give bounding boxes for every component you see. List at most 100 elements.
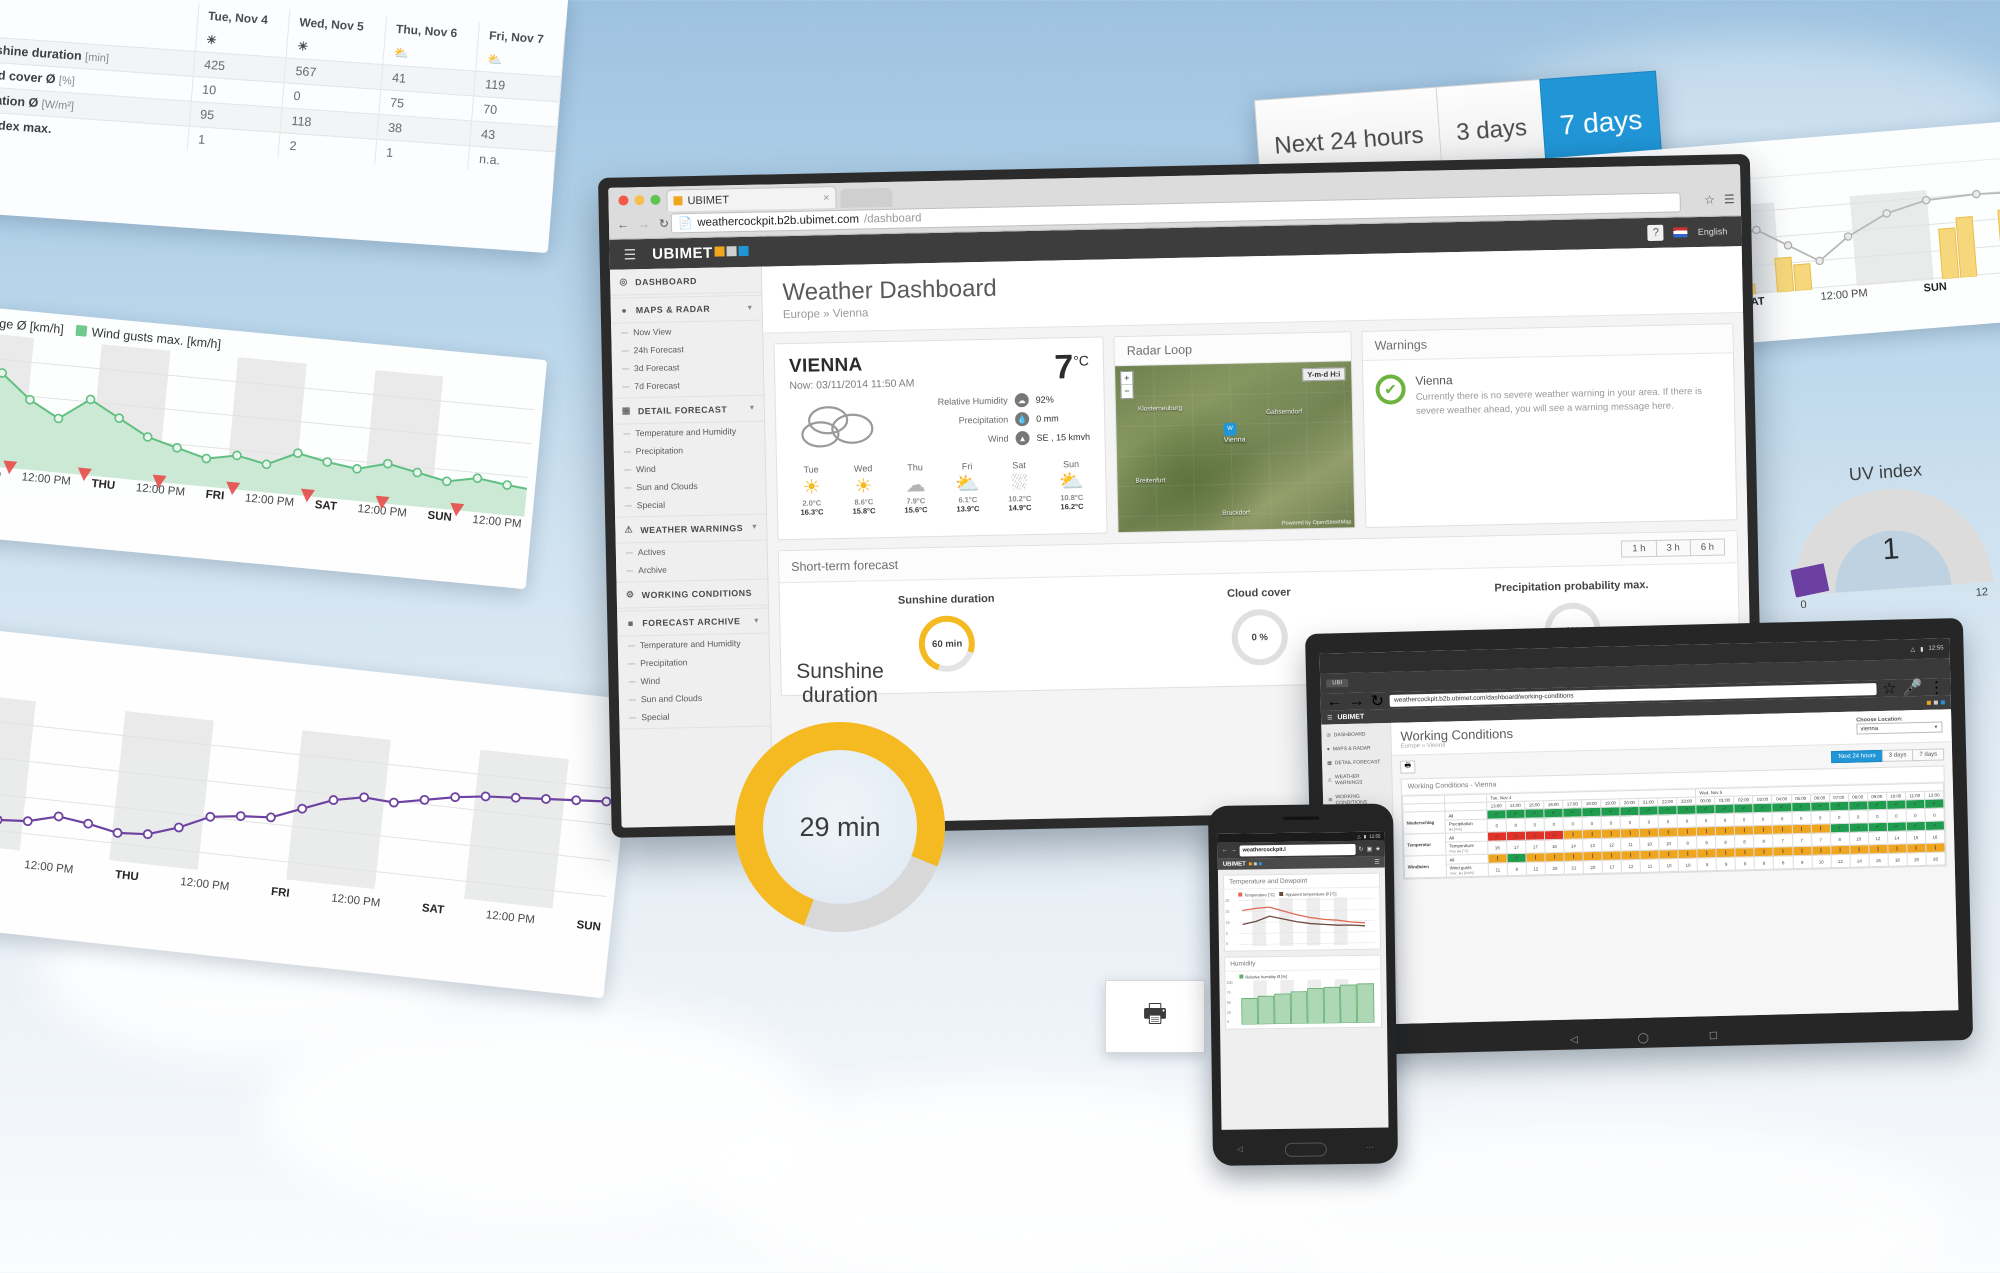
status-cell: ❙ [1734,825,1754,836]
value-cell: 11 [1488,862,1508,877]
status-cell: ✔ [1772,802,1792,813]
reload-icon[interactable]: ↻ [659,217,669,231]
chevron-down-icon[interactable]: ▼ [751,524,759,531]
address-bar[interactable]: weathercockpit.l [1239,843,1356,857]
sidebar-subitem-special[interactable]: Special [615,494,766,515]
sidebar-subitem-7d-forecast[interactable]: 7d Forecast [612,375,763,396]
zoom-in-button[interactable]: + [1121,371,1133,386]
status-cell: ❙ [1563,829,1583,840]
print-button[interactable]: 🖶 [1105,980,1205,1053]
value-cell: 9 [1677,835,1698,850]
forward-arrow-icon[interactable]: → [1348,692,1364,710]
value-cell: 0 [1696,813,1716,827]
radar-map[interactable]: + − Y-m-d H:i Klosterneuburg Gahserndorf… [1115,361,1355,533]
ubimet-logo: UBIMET [1337,713,1364,721]
chevron-down-icon[interactable]: ▼ [748,405,756,412]
chevron-down-icon[interactable]: ▼ [746,304,754,311]
help-button[interactable]: ? [1647,224,1665,242]
map-marker-vienna[interactable]: W Vienna [1223,422,1246,444]
stat-relative-humidity: Relative Humidity ☁ 92% [938,392,1090,409]
status-cell: ❙ [1811,845,1831,856]
short-term-tabs[interactable]: 1 h 3 h 6 h [1621,538,1726,558]
print-button[interactable]: 🖶 [1400,760,1416,774]
status-cell: ✔ [1715,804,1735,814]
cell: 1 [186,126,281,157]
browser-nav-buttons[interactable]: ← → ↻ [617,214,669,235]
axis-tick: WED [0,467,1,481]
hamburger-menu-icon[interactable]: ☰ [1374,859,1379,866]
back-arrow-icon[interactable]: ← [617,217,629,231]
sidebar-subitem-archive[interactable]: Archive [616,559,767,580]
tab-6h[interactable]: 6 h [1689,538,1726,557]
forward-arrow-icon[interactable]: → [638,217,650,231]
hamburger-menu-icon[interactable]: ☰ [1327,714,1333,721]
tabs-icon[interactable]: ▣ [1367,845,1373,852]
value-cell: 8 [1754,856,1774,870]
browser-menu-icon[interactable]: ☰ [1724,192,1735,206]
tab-3h[interactable]: 3 h [1655,539,1691,557]
sidebar-item-weather-warnings[interactable]: ⚠ WEATHER WARNINGS ▼ [615,514,767,544]
bookmark-star-icon[interactable]: ☆ [1704,193,1715,207]
value-cell: 12 [1830,854,1850,868]
phone-home-button[interactable] [1284,1142,1327,1157]
location-chooser[interactable]: Choose Location: vienna ▼ [1856,715,1943,738]
window-controls[interactable] [618,194,661,206]
warning-icon: ⚠ [1327,777,1333,784]
back-icon[interactable]: ◁ [1570,1034,1578,1045]
tablet-body: ◎ DASHBOARD ● MAPS & RADAR ▦ DETAIL FORECAS… [1321,709,1959,1026]
map-zoom-controls[interactable]: + − [1120,370,1134,400]
chevron-down-icon[interactable]: ▼ [753,617,761,624]
row-label-text: Sunshine duration [0,41,83,64]
tab-3-days[interactable]: 3 days [1881,748,1914,762]
printer-icon: 🖶 [1404,762,1412,770]
tab-next-24-hours[interactable]: Next 24 hours [1831,749,1883,763]
forward-arrow-icon[interactable]: → [1231,848,1237,854]
browser-tab[interactable]: UBIMET × [666,186,837,212]
recents-icon[interactable]: ☐ [1709,1031,1718,1042]
value-cell: 7 [1772,833,1793,848]
brand-ubi: UBI [651,244,680,263]
marker-icon: W [1223,422,1237,436]
zoom-out-button[interactable]: − [1121,385,1132,398]
status-cell: ❙ [1659,849,1679,859]
cell: n.a. [467,145,556,177]
browser-toolbar-icons[interactable]: ☆ ☰ [1704,192,1735,207]
sidebar-item-forecast-archive[interactable]: ■ FORECAST ARCHIVE ▼ [617,608,769,637]
app-bar-right[interactable]: ? English [1647,223,1728,242]
value-cell: 0 [1772,811,1792,826]
tab-7-days[interactable]: 7 days [1912,747,1945,761]
hamburger-menu-icon[interactable]: ☰ [623,246,636,263]
tablet-screen: △ ▮ 12:55 UBI ← → ↻ weathercockpit.b2b.u… [1319,638,1959,1026]
status-cell: ❙ [1564,851,1584,862]
status-cell: ✔ [1486,809,1507,820]
axis-tick: SUN [426,509,453,524]
back-arrow-icon[interactable]: ← [1222,848,1228,854]
stat-value: 92% [1035,394,1054,405]
microphone-icon[interactable]: 🎤 [1902,677,1922,697]
status-cell: ✔ [1543,808,1564,818]
bookmark-icon[interactable]: ★ [1375,845,1380,852]
day-max-temp: 15.8°C [852,506,876,516]
sidebar-item-dashboard[interactable]: ◎ DASHBOARD [609,266,762,296]
language-label[interactable]: English [1698,226,1728,237]
back-arrow-icon[interactable]: ← [1326,693,1342,711]
reload-icon[interactable]: ↻ [1370,691,1384,711]
sidebar-item-detail-forecast[interactable]: ▦ DETAIL FORECAST ▼ [612,395,765,425]
phone-menu-button[interactable]: ⋯ [1366,1143,1374,1152]
browser-tab-title[interactable]: UBI [1326,678,1349,688]
chevron-down-icon[interactable]: ▼ [1933,724,1938,730]
phone-back-button[interactable]: ◁ [1237,1145,1243,1154]
location-select[interactable]: vienna ▼ [1856,721,1943,735]
phone-speaker [1282,816,1319,820]
new-tab-button[interactable] [840,187,893,208]
tablet-range-tabs[interactable]: Next 24 hours 3 days 7 days [1831,747,1945,763]
browser-menu-icon[interactable]: ⋮ [1928,677,1944,697]
sidebar-item-maps-radar[interactable]: ● MAPS & RADAR ▼ [610,295,763,324]
bookmark-star-icon[interactable]: ☆ [1882,678,1897,698]
reload-icon[interactable]: ↻ [1358,845,1363,852]
sidebar-item-working-conditions[interactable]: ⚙ WORKING CONDITIONS [616,579,768,609]
sidebar-item-weather-warnings[interactable]: ⚠ WEATHER WARNINGS [1322,769,1391,791]
tab-1h[interactable]: 1 h [1621,539,1657,558]
home-icon[interactable]: ◯ [1638,1033,1649,1044]
close-icon[interactable]: × [823,192,830,204]
